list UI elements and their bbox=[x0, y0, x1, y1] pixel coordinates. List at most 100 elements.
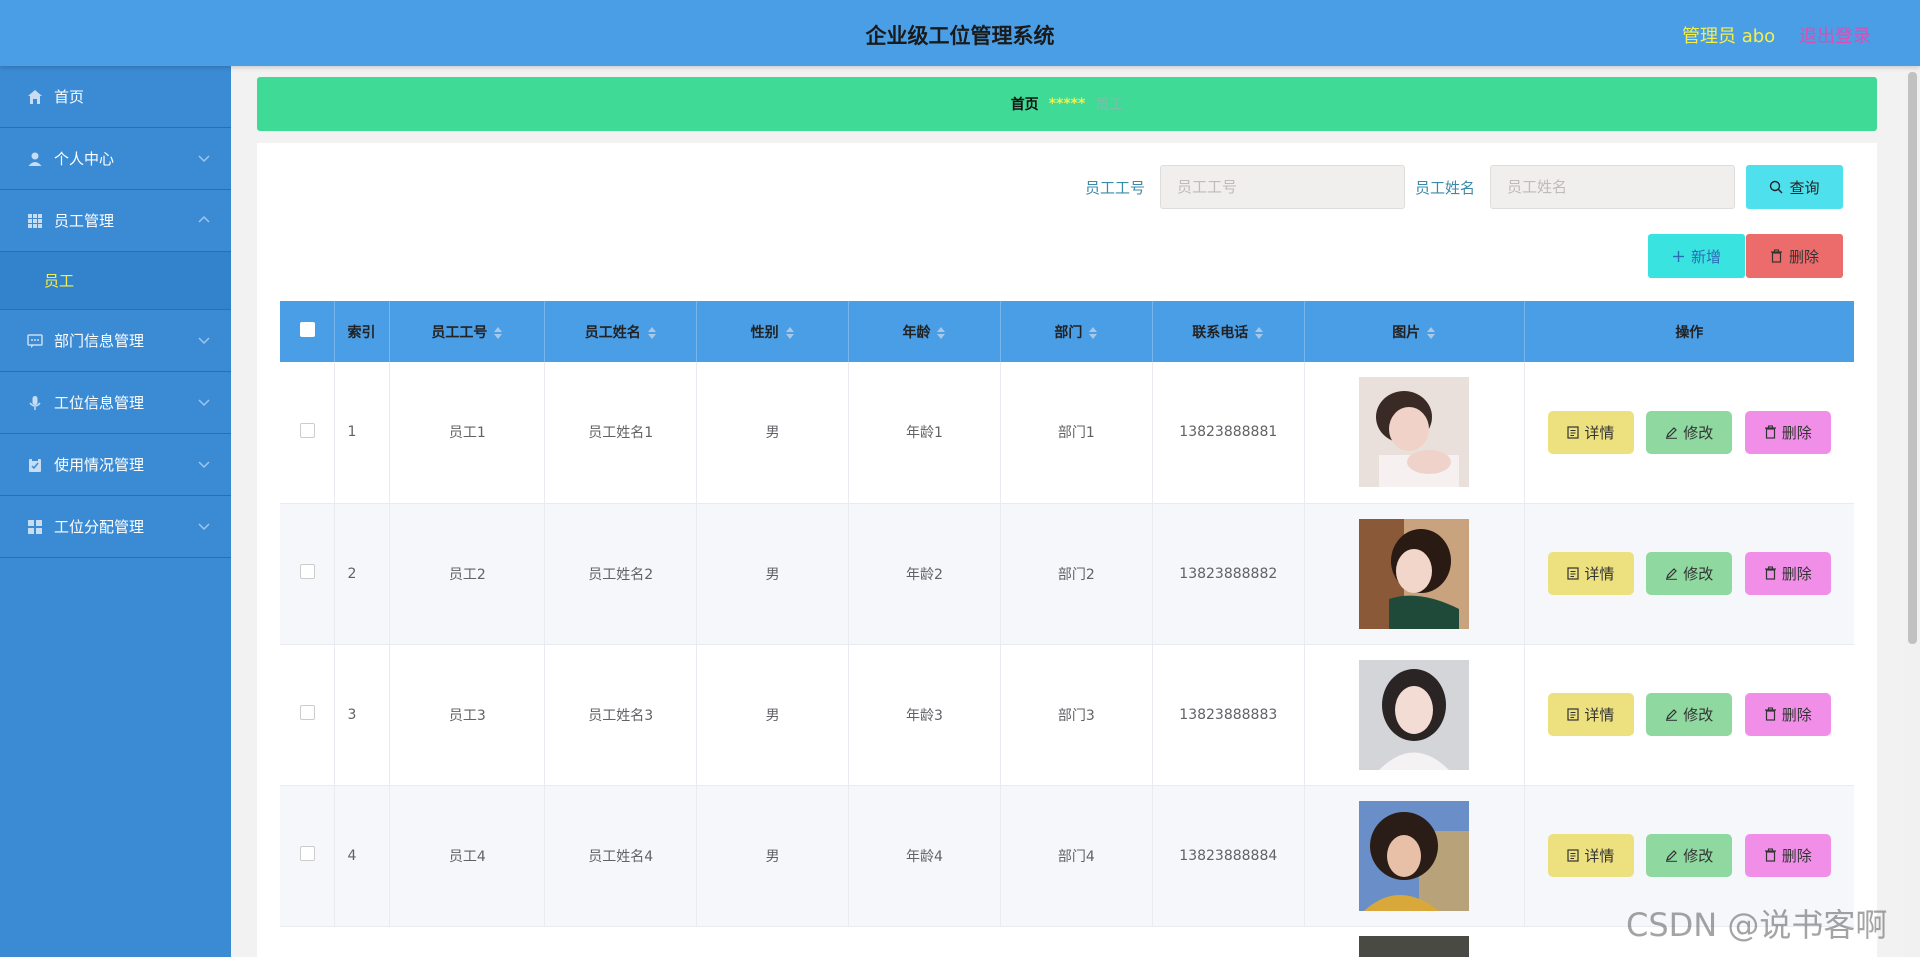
cell-age: 年龄1 bbox=[848, 362, 1001, 504]
add-button[interactable]: 新增 bbox=[1648, 234, 1745, 278]
page-scrollbar[interactable] bbox=[1905, 66, 1920, 957]
sidebar-item-label: 部门信息管理 bbox=[54, 332, 145, 350]
breadcrumb-separator: ***** bbox=[1048, 96, 1086, 112]
table-row: 3 员工3 员工姓名3 男 年龄3 部门3 13823888883 详情 修改 … bbox=[280, 644, 1854, 786]
sort-icon bbox=[937, 326, 946, 339]
cell-gender: 男 bbox=[696, 503, 850, 645]
cell-name: 员工姓名3 bbox=[544, 644, 698, 786]
delete-button[interactable]: 删除 bbox=[1744, 551, 1831, 595]
trash-icon bbox=[1764, 707, 1776, 721]
column-header[interactable]: 联系电话 bbox=[1152, 301, 1305, 362]
row-checkbox[interactable] bbox=[299, 705, 315, 720]
cell-emp-no: 员工3 bbox=[389, 644, 546, 786]
delete-button[interactable]: 删除 bbox=[1744, 692, 1831, 736]
cell-dept: 部门2 bbox=[1000, 503, 1153, 645]
sidebar-item-label: 个人中心 bbox=[54, 150, 115, 168]
batch-delete-button[interactable]: 删除 bbox=[1746, 234, 1843, 278]
edit-pen-icon bbox=[1666, 427, 1678, 439]
emp-no-label: 员工工号 bbox=[1085, 179, 1146, 197]
cell-dept: 部门4 bbox=[1000, 785, 1153, 927]
sidebar-item-workstation-allocation[interactable]: 工位分配管理 bbox=[0, 496, 231, 558]
column-header[interactable]: 员工工号 bbox=[389, 301, 546, 362]
sidebar-item-employee-management[interactable]: 员工管理 bbox=[0, 190, 231, 252]
cell-index: 3 bbox=[334, 644, 391, 786]
emp-no-input[interactable] bbox=[1160, 165, 1405, 209]
chevron-down-icon bbox=[198, 399, 210, 407]
main-panel: 员工工号 员工姓名 查询 新增 删除 索引 员工工号 员工姓名 性别 年龄 部门… bbox=[257, 143, 1877, 957]
column-header[interactable]: 员工姓名 bbox=[544, 301, 698, 362]
detail-button[interactable]: 详情 bbox=[1547, 693, 1634, 737]
sidebar-item-home[interactable]: 首页 bbox=[0, 66, 231, 128]
employee-photo[interactable] bbox=[1359, 518, 1470, 629]
sidebar-item-personal-center[interactable]: 个人中心 bbox=[0, 128, 231, 190]
cell-index: 4 bbox=[334, 785, 391, 927]
emp-name-label: 员工姓名 bbox=[1415, 179, 1476, 197]
employee-photo[interactable] bbox=[1359, 800, 1470, 911]
sort-icon bbox=[1255, 326, 1264, 339]
edit-button[interactable]: 修改 bbox=[1646, 552, 1733, 596]
sidebar: 首页 个人中心 员工管理 员工 部门信息管理 工位信息管理 使用情况管理 工位分… bbox=[0, 66, 231, 957]
sidebar-item-label: 使用情况管理 bbox=[54, 456, 145, 474]
detail-button[interactable]: 详情 bbox=[1547, 411, 1634, 454]
sidebar-item-label: 首页 bbox=[54, 88, 85, 106]
column-header[interactable]: 部门 bbox=[1000, 301, 1153, 362]
delete-button[interactable]: 删除 bbox=[1744, 833, 1831, 877]
employee-table: 索引 员工工号 员工姓名 性别 年龄 部门 联系电话 图片 操作 1 员工1 员… bbox=[280, 301, 1854, 927]
query-button[interactable]: 查询 bbox=[1746, 165, 1843, 209]
logout-link[interactable]: 退出登录 bbox=[1799, 22, 1871, 48]
sidebar-subitem-employee[interactable]: 员工 bbox=[0, 252, 231, 310]
chevron-up-icon bbox=[198, 215, 210, 223]
cell-phone: 13823888883 bbox=[1152, 644, 1305, 786]
employee-photo[interactable] bbox=[1359, 377, 1470, 488]
column-header[interactable]: 图片 bbox=[1304, 301, 1525, 362]
edit-button[interactable]: 修改 bbox=[1646, 411, 1733, 454]
edit-pen-icon bbox=[1666, 709, 1678, 722]
sidebar-item-usage-management[interactable]: 使用情况管理 bbox=[0, 434, 231, 496]
select-all-checkbox[interactable] bbox=[299, 322, 315, 337]
row-checkbox[interactable] bbox=[299, 564, 315, 579]
select-all-cell bbox=[280, 301, 336, 362]
user-icon bbox=[26, 150, 44, 168]
column-header[interactable]: 年龄 bbox=[848, 301, 1001, 362]
row-checkbox[interactable] bbox=[299, 422, 315, 438]
cell-phone: 13823888884 bbox=[1152, 785, 1305, 927]
breadcrumb-home[interactable]: 首页 bbox=[1011, 94, 1039, 114]
cell-age: 年龄2 bbox=[848, 503, 1001, 645]
grid-icon bbox=[26, 212, 44, 230]
cell-name: 员工姓名1 bbox=[544, 362, 698, 504]
cell-index: 2 bbox=[334, 503, 391, 645]
delete-button[interactable]: 删除 bbox=[1744, 410, 1831, 454]
sidebar-item-department-info[interactable]: 部门信息管理 bbox=[0, 310, 231, 372]
edit-button[interactable]: 修改 bbox=[1646, 834, 1733, 878]
detail-button[interactable]: 详情 bbox=[1547, 834, 1634, 878]
app-title: 企业级工位管理系统 bbox=[865, 24, 1055, 48]
column-header[interactable]: 性别 bbox=[696, 301, 850, 362]
sidebar-item-label: 工位分配管理 bbox=[54, 518, 145, 536]
top-header: 企业级工位管理系统 管理员 abo 退出登录 bbox=[0, 0, 1920, 66]
sidebar-item-label: 员工管理 bbox=[54, 212, 115, 230]
sidebar-item-workstation-info[interactable]: 工位信息管理 bbox=[0, 372, 231, 434]
employee-photo[interactable] bbox=[1359, 659, 1470, 770]
employee-photo-partial bbox=[1359, 936, 1469, 957]
watermark: CSDN @说书客啊 bbox=[1626, 906, 1888, 944]
plus-icon bbox=[1672, 250, 1684, 262]
cell-index: 1 bbox=[334, 362, 391, 504]
table-row: 4 员工4 员工姓名4 男 年龄4 部门4 13823888884 详情 修改 … bbox=[280, 785, 1854, 927]
emp-name-input[interactable] bbox=[1490, 165, 1735, 209]
column-header: 索引 bbox=[334, 301, 391, 362]
chat-icon bbox=[26, 332, 44, 350]
cell-phone: 13823888882 bbox=[1152, 503, 1305, 645]
sort-icon bbox=[1427, 326, 1436, 339]
document-icon bbox=[1567, 426, 1579, 439]
detail-button[interactable]: 详情 bbox=[1547, 552, 1634, 596]
add-button-label: 新增 bbox=[1690, 247, 1721, 266]
scrollbar-thumb[interactable] bbox=[1908, 72, 1917, 644]
cell-name: 员工姓名4 bbox=[544, 785, 698, 927]
edit-button[interactable]: 修改 bbox=[1646, 693, 1733, 737]
breadcrumb: 首页 ***** 员工 bbox=[257, 77, 1877, 131]
edit-pen-icon bbox=[1666, 850, 1678, 863]
edit-pen-icon bbox=[1666, 568, 1678, 581]
table-row: 1 员工1 员工姓名1 男 年龄1 部门1 13823888881 详情 修改 … bbox=[280, 362, 1854, 504]
document-icon bbox=[1567, 708, 1579, 721]
row-checkbox[interactable] bbox=[299, 846, 315, 861]
